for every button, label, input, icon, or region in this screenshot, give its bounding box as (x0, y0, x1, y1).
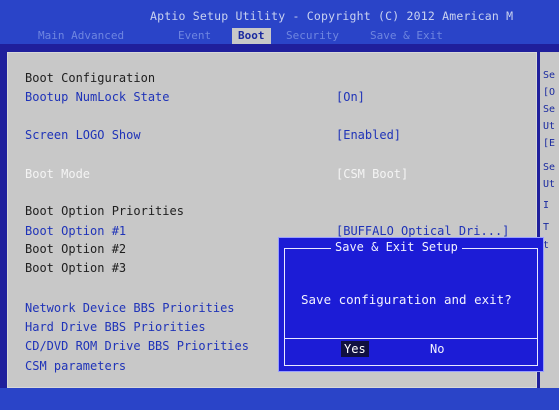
dialog-divider (285, 338, 537, 339)
boot-option-1-value[interactable]: [BUFFALO Optical Dri...] (336, 224, 509, 238)
help-line: [E (543, 138, 556, 149)
boot-option-1-label[interactable]: Boot Option #1 (25, 224, 126, 238)
tab-boot[interactable]: Boot (232, 28, 271, 44)
help-line: Se (543, 104, 556, 115)
help-line: Ut (543, 179, 556, 190)
app-title: Aptio Setup Utility - Copyright (C) 2012… (150, 9, 514, 23)
network-device-bbs-priorities[interactable]: Network Device BBS Priorities (25, 301, 235, 315)
tab-event[interactable]: Event (178, 28, 211, 44)
no-button[interactable]: No (430, 342, 444, 356)
dialog-message: Save configuration and exit? (301, 292, 512, 307)
help-line: Se (543, 70, 556, 81)
csm-parameters[interactable]: CSM parameters (25, 359, 126, 373)
tab-main-advanced[interactable]: Main Advanced (38, 28, 124, 44)
dialog-title: Save & Exit Setup (331, 240, 462, 254)
screen-logo-label[interactable]: Screen LOGO Show (25, 128, 141, 142)
tab-save-exit[interactable]: Save & Exit (370, 28, 443, 44)
boot-option-3-label[interactable]: Boot Option #3 (25, 261, 126, 275)
screen-logo-value[interactable]: [Enabled] (336, 128, 401, 142)
help-line: T (543, 222, 550, 233)
cddvd-rom-bbs-priorities[interactable]: CD/DVD ROM Drive BBS Priorities (25, 339, 249, 353)
boot-mode-label[interactable]: Boot Mode (25, 167, 90, 181)
bottom-strip (0, 388, 559, 410)
bootup-numlock-label[interactable]: Bootup NumLock State (25, 90, 170, 104)
dialog-frame: Save configuration and exit? (284, 248, 538, 366)
boot-option-2-label[interactable]: Boot Option #2 (25, 242, 126, 256)
boot-configuration-heading: Boot Configuration (25, 71, 156, 85)
title-bar: Aptio Setup Utility - Copyright (C) 2012… (0, 0, 559, 44)
boot-mode-value[interactable]: [CSM Boot] (336, 167, 408, 181)
bootup-numlock-value[interactable]: [On] (336, 90, 365, 104)
menu-tabs: Main Advanced Event Boot Security Save &… (0, 28, 559, 44)
help-line: [O (543, 87, 556, 98)
help-line: Se (543, 162, 556, 173)
boot-option-priorities-heading: Boot Option Priorities (25, 204, 184, 218)
help-line: Ut (543, 121, 556, 132)
tab-security[interactable]: Security (286, 28, 339, 44)
help-line: I (543, 200, 550, 211)
bios-screen: Aptio Setup Utility - Copyright (C) 2012… (0, 0, 559, 410)
save-exit-dialog: Save configuration and exit? Save & Exit… (278, 237, 544, 372)
hard-drive-bbs-priorities[interactable]: Hard Drive BBS Priorities (25, 320, 206, 334)
yes-button[interactable]: Yes (341, 341, 369, 357)
